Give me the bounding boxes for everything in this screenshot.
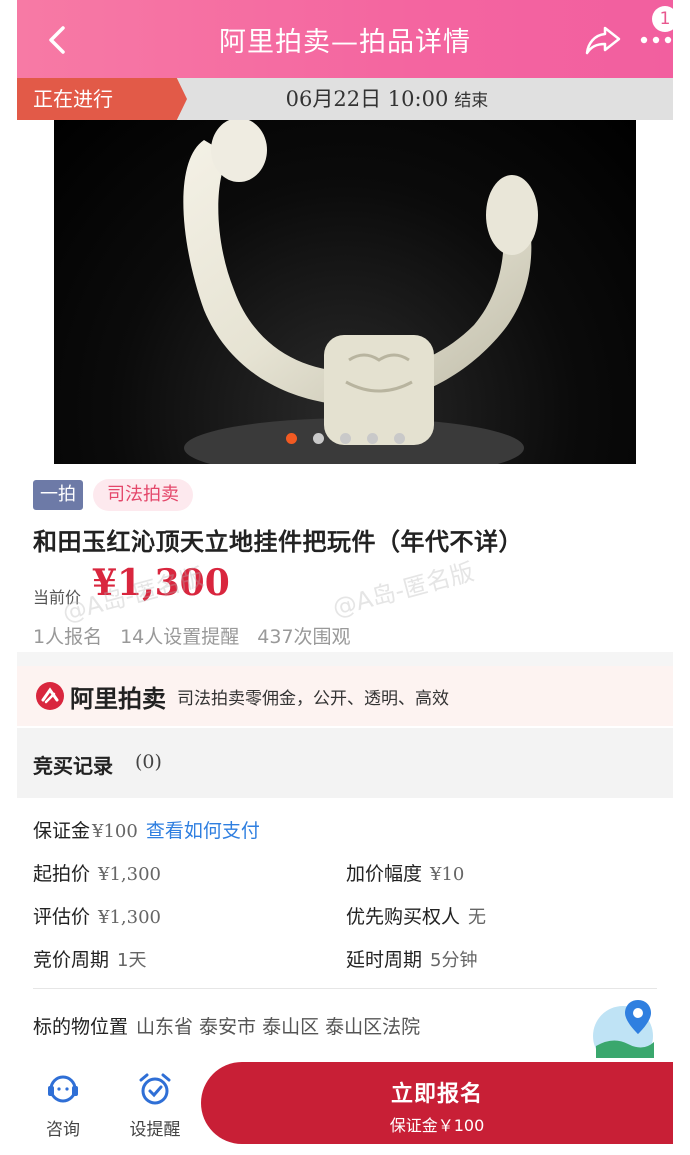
delay-label: 延时周期 bbox=[346, 949, 423, 971]
end-time-suffix: 结束 bbox=[454, 91, 489, 111]
consult-button[interactable]: 咨询 bbox=[35, 1072, 91, 1140]
carousel-dot[interactable] bbox=[340, 433, 351, 444]
watermark: @A岛-匿名版 bbox=[329, 557, 477, 623]
register-deposit-label: 保证金￥100 bbox=[389, 1116, 485, 1135]
bottom-action-bar: 咨询 设提醒 立即报名 保证金￥100 bbox=[17, 1058, 673, 1155]
cycle-value: 1天 bbox=[117, 950, 147, 971]
deposit-value: ¥100 bbox=[92, 821, 138, 842]
item-title: 和田玉红沁顶天立地挂件把玩件（年代不详） bbox=[33, 528, 523, 556]
product-image[interactable] bbox=[54, 120, 636, 464]
appraisal-value: ¥1,300 bbox=[98, 907, 161, 928]
brand-name: 阿里拍卖 bbox=[70, 685, 166, 713]
carousel-dot[interactable] bbox=[286, 433, 297, 444]
increment-label: 加价幅度 bbox=[346, 863, 423, 885]
set-reminder-label: 设提醒 bbox=[129, 1120, 181, 1140]
page-title: 阿里拍卖—拍品详情 bbox=[219, 27, 471, 58]
location-label: 标的物位置 bbox=[33, 1016, 129, 1038]
register-now-button[interactable]: 立即报名 保证金￥100 bbox=[201, 1062, 673, 1144]
jade-pendant-image bbox=[183, 120, 538, 464]
status-tag: 正在进行 bbox=[17, 78, 187, 120]
location-row: 标的物位置 山东省 泰安市 泰山区 泰山区法院 bbox=[33, 1012, 420, 1039]
delay-value: 5分钟 bbox=[430, 950, 478, 971]
consult-label: 咨询 bbox=[46, 1120, 80, 1140]
increment-value: ¥10 bbox=[430, 864, 465, 885]
judicial-auction-tag: 司法拍卖 bbox=[93, 479, 193, 511]
auction-status-bar: 正在进行 06月22日 10:00 结束 bbox=[17, 78, 673, 120]
start-price-label: 起拍价 bbox=[33, 863, 91, 885]
ali-auction-banner[interactable]: 阿里拍卖 司法拍卖零佣金，公开、透明、高效 bbox=[17, 666, 673, 726]
priority-row: 优先购买权人无 bbox=[346, 902, 486, 929]
carousel-dot[interactable] bbox=[394, 433, 405, 444]
appraisal-label: 评估价 bbox=[33, 906, 91, 928]
alarm-clock-icon bbox=[139, 1073, 171, 1105]
start-price-row: 起拍价 ¥1,300 bbox=[33, 859, 161, 886]
register-now-label: 立即报名 bbox=[390, 1082, 483, 1107]
divider bbox=[17, 652, 673, 666]
how-to-pay-link[interactable]: 查看如何支付 bbox=[146, 820, 260, 842]
reminder-count: 14人设置提醒 bbox=[120, 626, 240, 648]
notification-badge: 1 bbox=[652, 6, 678, 32]
delay-row: 延时周期 5分钟 bbox=[346, 945, 477, 972]
view-count: 437次围观 bbox=[257, 626, 351, 648]
divider bbox=[33, 988, 657, 989]
increment-row: 加价幅度 ¥10 bbox=[346, 859, 464, 886]
end-time-value: 06月22日 10:00 bbox=[285, 87, 449, 111]
cycle-row: 竞价周期 1天 bbox=[33, 945, 146, 972]
appraisal-row: 评估价 ¥1,300 bbox=[33, 902, 161, 929]
set-reminder-button[interactable]: 设提醒 bbox=[123, 1072, 187, 1140]
signup-count: 1人报名 bbox=[33, 626, 103, 648]
carousel-dot[interactable] bbox=[367, 433, 378, 444]
deposit-label: 保证金 bbox=[33, 820, 91, 842]
priority-label: 优先购买权人 bbox=[346, 906, 461, 928]
bid-record-count: (0) bbox=[135, 751, 162, 773]
ali-auction-logo-icon bbox=[36, 682, 64, 710]
deposit-row: 保证金 ¥100 查看如何支付 bbox=[33, 816, 260, 843]
customer-service-icon bbox=[48, 1075, 78, 1103]
carousel-dot[interactable] bbox=[313, 433, 324, 444]
start-price-value: ¥1,300 bbox=[98, 864, 161, 885]
more-icon[interactable] bbox=[639, 30, 673, 46]
bid-record-label: 竞买记录 bbox=[33, 754, 113, 778]
location-value: 山东省 泰安市 泰山区 泰山区法院 bbox=[136, 1016, 421, 1038]
end-time: 06月22日 10:00 结束 bbox=[227, 78, 547, 120]
bid-record-row[interactable]: 竞买记录 (0) bbox=[17, 728, 673, 798]
map-icon[interactable] bbox=[588, 998, 658, 1058]
cycle-label: 竞价周期 bbox=[33, 949, 110, 971]
round-tag: 一拍 bbox=[33, 480, 83, 510]
priority-value: 无 bbox=[468, 907, 487, 928]
share-icon[interactable] bbox=[583, 22, 623, 58]
auction-stats: 1人报名 14人设置提醒 437次围观 bbox=[33, 622, 369, 649]
app-header: 阿里拍卖—拍品详情 1 bbox=[17, 0, 678, 78]
banner-slogan: 司法拍卖零佣金，公开、透明、高效 bbox=[177, 689, 449, 709]
